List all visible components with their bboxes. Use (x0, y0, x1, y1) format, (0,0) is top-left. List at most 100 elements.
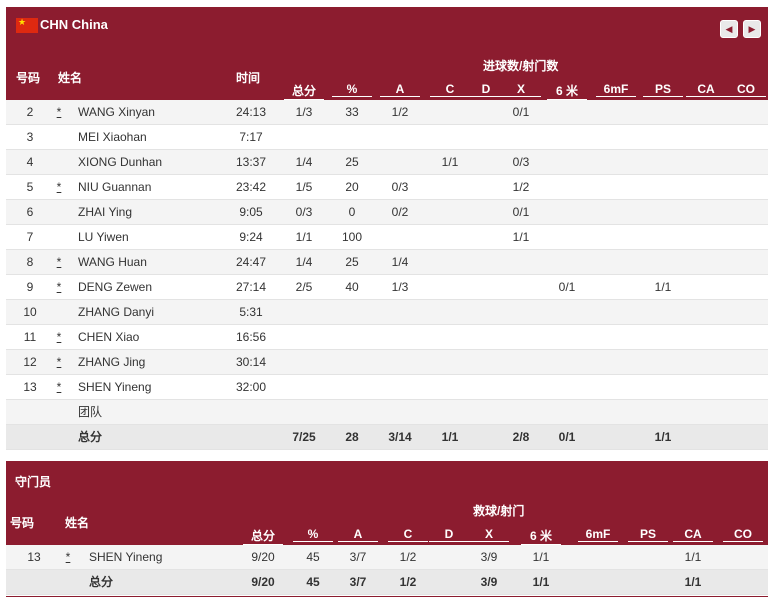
team-row: 团队 (6, 400, 768, 425)
column-header-6m[interactable]: 6 米 (547, 82, 587, 100)
column-header-number[interactable]: 号码 (16, 69, 40, 86)
player-number: 12 (23, 355, 37, 369)
gk-number: 13 (27, 550, 41, 564)
stat-pct (327, 125, 377, 149)
stat-co (721, 125, 771, 149)
player-name[interactable]: MEI Xiaohan (78, 125, 147, 149)
gk-column-header-ca[interactable]: CA (673, 527, 713, 542)
gk-column-header-c[interactable]: C (388, 527, 428, 542)
column-header-total[interactable]: 总分 (284, 82, 324, 100)
gk-column-header-name[interactable]: 姓名 (65, 514, 89, 531)
gk-name[interactable]: SHEN Yineng (89, 545, 162, 569)
stat-total: 2/5 (295, 280, 313, 294)
gk-column-header-d[interactable]: D (429, 527, 469, 542)
table-row: 11 * CHEN Xiao 16:56 (6, 325, 768, 350)
table-row: 6 ZHAI Ying 9:05 0/3 0 0/2 0/1 (6, 200, 768, 225)
players-table-header: ★ CHN China ◀ ▶ 号码 姓名 时间 进球数/射门数 总分% A C D X… (6, 7, 768, 100)
starter-marker (52, 225, 66, 249)
next-team-button[interactable]: ▶ (743, 20, 761, 38)
gk-column-header-co[interactable]: CO (723, 527, 763, 542)
gk-total-pct: 45 (306, 575, 320, 589)
column-header-x[interactable]: X (501, 82, 541, 97)
gk-stat-6m: 1/1 (532, 550, 550, 564)
column-header-ca[interactable]: CA (686, 82, 726, 97)
stat-x (496, 375, 546, 399)
player-time: 30:14 (235, 355, 267, 369)
player-time: 5:31 (239, 305, 263, 319)
column-header-d[interactable]: D (466, 82, 506, 97)
player-name[interactable]: NIU Guannan (78, 175, 151, 199)
stat-x (496, 300, 546, 324)
column-header-time[interactable]: 时间 (236, 69, 260, 86)
gk-total-total: 9/20 (251, 575, 275, 589)
stat-total (279, 325, 329, 349)
player-name[interactable]: CHEN Xiao (78, 325, 139, 349)
stat-6mf (591, 300, 641, 324)
stat-co (721, 300, 771, 324)
gk-stat-pct: 45 (306, 550, 320, 564)
stat-co (721, 150, 771, 174)
team-row-label: 团队 (78, 405, 103, 419)
player-name[interactable]: LU Yiwen (78, 225, 129, 249)
player-number: 7 (26, 230, 34, 244)
previous-team-button[interactable]: ◀ (720, 20, 738, 38)
total-total: 7/25 (292, 430, 316, 444)
gk-column-header-pct[interactable]: % (293, 527, 333, 542)
starter-marker (52, 150, 66, 174)
stat-6m (542, 250, 592, 274)
gk-column-header-total[interactable]: 总分 (243, 527, 283, 545)
player-name[interactable]: WANG Xinyan (78, 100, 155, 124)
starter-marker: * (56, 380, 62, 394)
stat-6m (542, 200, 592, 224)
gk-total-x: 3/9 (480, 575, 498, 589)
starter-marker: * (56, 180, 62, 194)
stat-6mf (591, 200, 641, 224)
player-time: 24:13 (235, 105, 267, 119)
stat-total (279, 350, 329, 374)
column-header-c[interactable]: C (430, 82, 470, 97)
starter-marker: * (56, 330, 62, 344)
player-name[interactable]: ZHANG Jing (78, 350, 145, 374)
stat-6m (542, 125, 592, 149)
gk-column-header-number[interactable]: 号码 (10, 514, 34, 531)
table-row: 13 * SHEN Yineng 32:00 (6, 375, 768, 400)
player-number: 2 (26, 105, 34, 119)
stat-pct (327, 300, 377, 324)
player-number: 13 (23, 380, 37, 394)
table-row: 7 LU Yiwen 9:24 1/1 100 1/1 (6, 225, 768, 250)
stat-pct: 100 (341, 230, 363, 244)
player-name[interactable]: XIONG Dunhan (78, 150, 162, 174)
gk-column-header-ps[interactable]: PS (628, 527, 668, 542)
player-time: 27:14 (235, 280, 267, 294)
stat-pct: 0 (348, 205, 356, 219)
stat-6mf (591, 250, 641, 274)
stat-6m (542, 325, 592, 349)
stat-6m (542, 150, 592, 174)
stat-a (375, 225, 425, 249)
player-name[interactable]: ZHANG Danyi (78, 300, 154, 324)
column-header-name[interactable]: 姓名 (58, 69, 82, 86)
stat-x (496, 325, 546, 349)
player-name[interactable]: WANG Huan (78, 250, 147, 274)
player-name[interactable]: ZHAI Ying (78, 200, 132, 224)
gk-column-header-a[interactable]: A (338, 527, 378, 542)
stat-x (496, 125, 546, 149)
table-row: 8 * WANG Huan 24:47 1/4 25 1/4 (6, 250, 768, 275)
stat-pct: 33 (345, 105, 359, 119)
column-header-pct[interactable]: % (332, 82, 372, 97)
gk-column-header-x[interactable]: X (469, 527, 509, 542)
column-header-ps[interactable]: PS (643, 82, 683, 97)
gk-column-header-6m[interactable]: 6 米 (521, 527, 561, 545)
column-header-a[interactable]: A (380, 82, 420, 97)
player-name[interactable]: DENG Zewen (78, 275, 152, 299)
column-header-co[interactable]: CO (726, 82, 766, 97)
stat-6mf (591, 150, 641, 174)
column-header-6mf[interactable]: 6mF (596, 82, 636, 97)
table-row: 4 XIONG Dunhan 13:37 1/4 25 1/1 0/3 (6, 150, 768, 175)
player-name[interactable]: SHEN Yineng (78, 375, 151, 399)
gk-column-header-6mf[interactable]: 6mF (578, 527, 618, 542)
total-6m: 0/1 (558, 430, 576, 444)
gk-stat-x: 3/9 (480, 550, 498, 564)
stat-a: 1/3 (391, 280, 409, 294)
stat-pct (327, 375, 377, 399)
